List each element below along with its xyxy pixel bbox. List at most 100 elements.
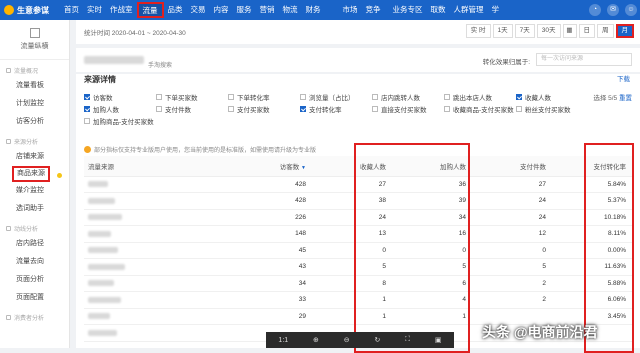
column-header[interactable]: 流量来源 xyxy=(84,156,234,177)
nav-item[interactable]: 市场 xyxy=(339,0,362,20)
period-button[interactable]: 周 xyxy=(597,24,614,38)
table-row[interactable]: 428 38 39 24 5.37% xyxy=(84,192,632,210)
period-button[interactable]: 日 xyxy=(578,24,595,38)
blurred-source-name xyxy=(88,247,118,254)
column-header-label: 支付件数 xyxy=(520,163,546,171)
column-header[interactable]: 访客数 ▼ xyxy=(234,156,312,177)
metric-checkbox[interactable]: 店内跳转人数 xyxy=(372,92,420,102)
metric-checkbox[interactable]: 加购人数 xyxy=(84,104,119,114)
metric-checkbox[interactable]: 加购商品-支付买家数 xyxy=(84,116,154,126)
metric-checkbox[interactable]: 下单转化率 xyxy=(228,92,270,102)
sidebar-item[interactable]: 店内路径 xyxy=(0,235,69,253)
sidebar-item[interactable]: 页面分析 xyxy=(0,271,69,289)
nav-item[interactable]: 内容 xyxy=(210,0,233,20)
metric-selector: 选择 5/5 重置 访客数 下单买家数 下单转化率 浏览量（占比） 店内跳转人数 跳出本店… xyxy=(76,92,640,142)
actual-size-icon[interactable]: 1:1 xyxy=(278,337,288,344)
sidebar-item[interactable]: 计划监控 xyxy=(0,95,69,113)
period-button[interactable]: 实 时 xyxy=(465,24,491,38)
nav-item[interactable]: 品类 xyxy=(164,0,187,20)
value-cell: 4 xyxy=(392,291,472,309)
table-row[interactable]: 43 5 5 5 11.63% xyxy=(84,258,632,276)
zoom-in-icon[interactable]: ⊕ xyxy=(313,336,319,344)
attribution-select[interactable]: 每一次访问来源 xyxy=(536,53,632,66)
sidebar-item[interactable]: 店铺来源 xyxy=(0,148,83,166)
save-icon[interactable]: ▣ xyxy=(435,336,442,344)
nav-item[interactable]: 营销 xyxy=(256,0,279,20)
blurred-source-name xyxy=(88,181,108,188)
table-row[interactable]: 428 27 36 27 5.84% xyxy=(84,176,632,193)
source-tag: 手淘搜索 xyxy=(148,62,173,69)
table-row[interactable]: 33 1 4 2 6.06% xyxy=(84,291,632,309)
column-header[interactable]: 支付转化率 xyxy=(552,156,632,177)
metric-checkbox[interactable]: 跳出本店人数 xyxy=(444,92,492,102)
metric-checkbox[interactable]: 收藏商品-支付买家数 xyxy=(444,104,514,114)
period-button[interactable]: 1天 xyxy=(492,24,513,38)
sidebar-item[interactable]: 商品来源 xyxy=(12,166,62,182)
metric-checkbox[interactable]: 下单买家数 xyxy=(156,92,198,102)
value-cell: 1 xyxy=(312,291,392,309)
value-cell: 24 xyxy=(472,209,552,226)
message-icon[interactable]: ✉ xyxy=(607,4,619,16)
value-cell: 45 xyxy=(234,242,312,259)
metric-checkbox[interactable]: 支付件数 xyxy=(156,104,191,114)
nav-item[interactable]: 首页 xyxy=(60,0,83,20)
column-header-label: 流量来源 xyxy=(88,163,114,171)
watermark: 头条 @电商前沿君 xyxy=(482,324,598,340)
nav-item[interactable]: 服务 xyxy=(233,0,256,20)
sidebar-item[interactable]: 选词助手 xyxy=(0,200,69,218)
metric-checkbox[interactable]: 收藏人数 xyxy=(516,92,551,102)
period-selector: 实 时 1天 7天 30天 ▦ 日周月 xyxy=(464,24,634,38)
fullscreen-icon[interactable]: ⛶ xyxy=(405,336,410,344)
column-header[interactable]: 支付件数 xyxy=(472,156,552,177)
metric-checkbox[interactable]: 直接支付买家数 xyxy=(372,104,427,114)
brand[interactable]: 生意参谋 xyxy=(0,5,60,16)
table-row[interactable]: 148 13 16 12 8.11% xyxy=(84,225,632,243)
nav-item[interactable]: 财务 xyxy=(302,0,325,20)
source-cell xyxy=(84,242,234,259)
checkbox-icon xyxy=(84,106,90,112)
table-row[interactable]: 45 0 0 0 0.00% xyxy=(84,242,632,259)
column-header[interactable]: 收藏人数 xyxy=(312,156,392,177)
value-cell: 36 xyxy=(392,176,472,193)
nav-item[interactable]: 实时 xyxy=(83,0,106,20)
table-row[interactable]: 34 8 6 2 5.88% xyxy=(84,275,632,292)
source-cell xyxy=(84,324,234,342)
period-button[interactable]: 7天 xyxy=(514,24,535,38)
calendar-icon[interactable]: ▦ xyxy=(562,24,577,38)
value-cell: 38 xyxy=(312,192,392,210)
notice-text: 部分指标仅支持专业版用户使用，您当前使用的是标准版，如需使用请升级为专业版 xyxy=(94,147,317,154)
sidebar-item[interactable]: 流量看板 xyxy=(0,77,69,95)
nav-item[interactable]: 流量 xyxy=(136,2,164,18)
period-button[interactable]: 月 xyxy=(615,24,634,38)
zoom-out-icon[interactable]: ⊖ xyxy=(344,336,350,344)
nav-item[interactable]: 人群管理 xyxy=(450,0,488,20)
value-cell: 5.37% xyxy=(552,192,632,210)
reset-link[interactable]: 重置 xyxy=(619,95,632,102)
metric-checkbox[interactable]: 访客数 xyxy=(84,92,113,102)
metric-checkbox[interactable]: 支付转化率 xyxy=(300,104,342,114)
metric-checkbox[interactable]: 粉丝支付买家数 xyxy=(516,104,571,114)
sidebar-item[interactable]: 流量去向 xyxy=(0,253,69,271)
table-row[interactable]: 226 24 34 24 10.18% xyxy=(84,209,632,226)
period-button[interactable]: 30天 xyxy=(536,24,561,38)
nav-item[interactable]: 物流 xyxy=(279,0,302,20)
metric-checkbox[interactable]: 浏览量（占比） xyxy=(300,92,355,102)
sidebar-item[interactable]: 页面配置 xyxy=(0,289,69,307)
sidebar-item-label: 店内路径 xyxy=(16,240,44,247)
bell-icon[interactable]: ◔ xyxy=(589,4,601,16)
nav-item[interactable]: 取数 xyxy=(427,0,450,20)
sidebar-item[interactable]: 媒介监控 xyxy=(0,182,69,200)
download-link[interactable]: 下载 xyxy=(617,74,630,86)
rotate-icon[interactable]: ↻ xyxy=(374,336,380,344)
nav-item[interactable]: 交易 xyxy=(187,0,210,20)
nav-item[interactable]: 学 xyxy=(488,0,504,20)
nav-item[interactable]: 业务专区 xyxy=(389,0,427,20)
sidebar-item[interactable]: 访客分析 xyxy=(0,113,69,131)
user-icon[interactable]: ☺ xyxy=(625,4,637,16)
sort-desc-icon[interactable]: ▼ xyxy=(301,165,306,171)
column-header[interactable]: 加购人数 xyxy=(392,156,472,177)
sidebar-item-label: 流量看板 xyxy=(16,82,44,89)
nav-item[interactable]: 作战室 xyxy=(106,0,137,20)
nav-item[interactable]: 竞争 xyxy=(362,0,385,20)
metric-checkbox[interactable]: 支付买家数 xyxy=(228,104,270,114)
